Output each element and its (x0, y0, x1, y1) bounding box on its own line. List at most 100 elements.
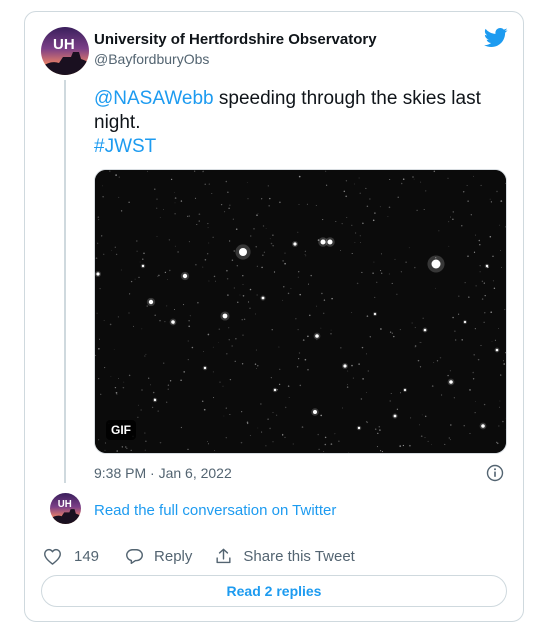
star-bright (203, 366, 207, 370)
star-faint (323, 299, 326, 301)
star-faint (113, 348, 115, 350)
star-faint (144, 449, 146, 451)
star-faint (250, 235, 252, 237)
star-faint (380, 328, 382, 330)
star-faint (356, 282, 359, 285)
star-faint (133, 325, 135, 327)
star-faint (141, 389, 143, 391)
star-faint (354, 183, 356, 185)
star-faint (169, 380, 172, 382)
star-faint (298, 358, 300, 360)
star-faint (464, 282, 466, 284)
star-faint (389, 400, 391, 402)
star-faint (295, 318, 297, 320)
author-avatar-small[interactable]: UH (50, 493, 81, 524)
star-faint (292, 443, 294, 445)
star-faint (272, 412, 274, 413)
star-faint (128, 201, 130, 204)
star-faint (226, 278, 229, 280)
star-faint (103, 253, 105, 255)
star-faint (125, 446, 127, 448)
star-faint (298, 203, 300, 205)
star-faint (500, 250, 502, 252)
star-faint (270, 242, 273, 245)
star-faint (481, 280, 484, 283)
star-faint (287, 292, 290, 295)
mention-link[interactable]: @NASAWebb (94, 88, 214, 109)
star-faint (505, 226, 506, 228)
twitter-bird-icon[interactable] (484, 28, 508, 48)
star-faint (99, 338, 100, 340)
star-faint (438, 230, 440, 232)
star-faint (316, 305, 318, 307)
star-faint (377, 432, 379, 435)
svg-text:UH: UH (53, 36, 75, 53)
read-conversation-link[interactable]: Read the full conversation on Twitter (94, 502, 336, 519)
star-bright (423, 328, 427, 332)
star-faint (489, 236, 492, 238)
star-faint (227, 294, 229, 296)
star-faint (212, 346, 214, 348)
star-faint (104, 367, 106, 369)
star-faint (104, 442, 107, 444)
star-faint (449, 370, 451, 372)
star-faint (195, 263, 197, 266)
star-faint (273, 271, 276, 273)
star-faint (312, 453, 314, 454)
star-faint (444, 443, 446, 445)
star-faint (202, 266, 204, 268)
star-faint (467, 255, 469, 257)
star-faint (414, 326, 416, 329)
star-faint (121, 446, 123, 448)
star-faint (479, 265, 481, 267)
star-faint (115, 174, 117, 176)
star-faint (474, 328, 476, 330)
heart-icon (44, 548, 61, 565)
share-button[interactable]: Share this Tweet (214, 547, 355, 566)
star-faint (322, 312, 325, 315)
tweet-media-gif[interactable]: GIF (94, 169, 507, 454)
star-faint (351, 252, 353, 255)
star-faint (399, 445, 402, 447)
star-faint (269, 238, 271, 240)
star-faint (484, 312, 486, 314)
author-name[interactable]: University of Hertfordshire Observatory (94, 31, 377, 48)
star-faint (104, 449, 106, 451)
star-faint (358, 363, 360, 365)
star-faint (227, 191, 229, 193)
star-faint (174, 309, 175, 310)
star-faint (391, 282, 393, 284)
star-faint (381, 272, 383, 274)
info-icon[interactable] (486, 464, 504, 482)
star-faint (118, 176, 120, 178)
star-faint (419, 366, 422, 368)
star-faint (359, 235, 361, 237)
star-faint (229, 378, 232, 381)
author-handle[interactable]: @BayfordburyObs (94, 51, 209, 67)
star-faint (187, 215, 189, 217)
read-replies-button[interactable]: Read 2 replies (41, 575, 507, 607)
star-faint (242, 334, 244, 336)
tweet-timestamp[interactable]: 9:38 PM · Jan 6, 2022 (94, 465, 232, 481)
star-faint (346, 386, 349, 388)
star-faint (207, 227, 209, 229)
star-faint (249, 307, 251, 309)
star-faint (235, 228, 238, 230)
star-faint (241, 363, 244, 365)
like-button[interactable]: 149 (43, 547, 99, 566)
star-faint (261, 266, 263, 269)
star-faint (167, 278, 168, 280)
star-faint (275, 414, 278, 416)
star-faint (224, 211, 226, 213)
star-faint (323, 451, 325, 453)
author-avatar[interactable]: UH (41, 27, 89, 75)
star-faint (305, 255, 307, 257)
star-faint (423, 208, 425, 211)
hashtag-link[interactable]: #JWST (94, 136, 156, 157)
star-faint (431, 385, 434, 387)
star-bright (373, 312, 377, 316)
star-faint (498, 425, 500, 427)
star-faint (324, 436, 327, 439)
reply-button[interactable]: Reply (125, 547, 192, 566)
star-faint (355, 232, 357, 234)
